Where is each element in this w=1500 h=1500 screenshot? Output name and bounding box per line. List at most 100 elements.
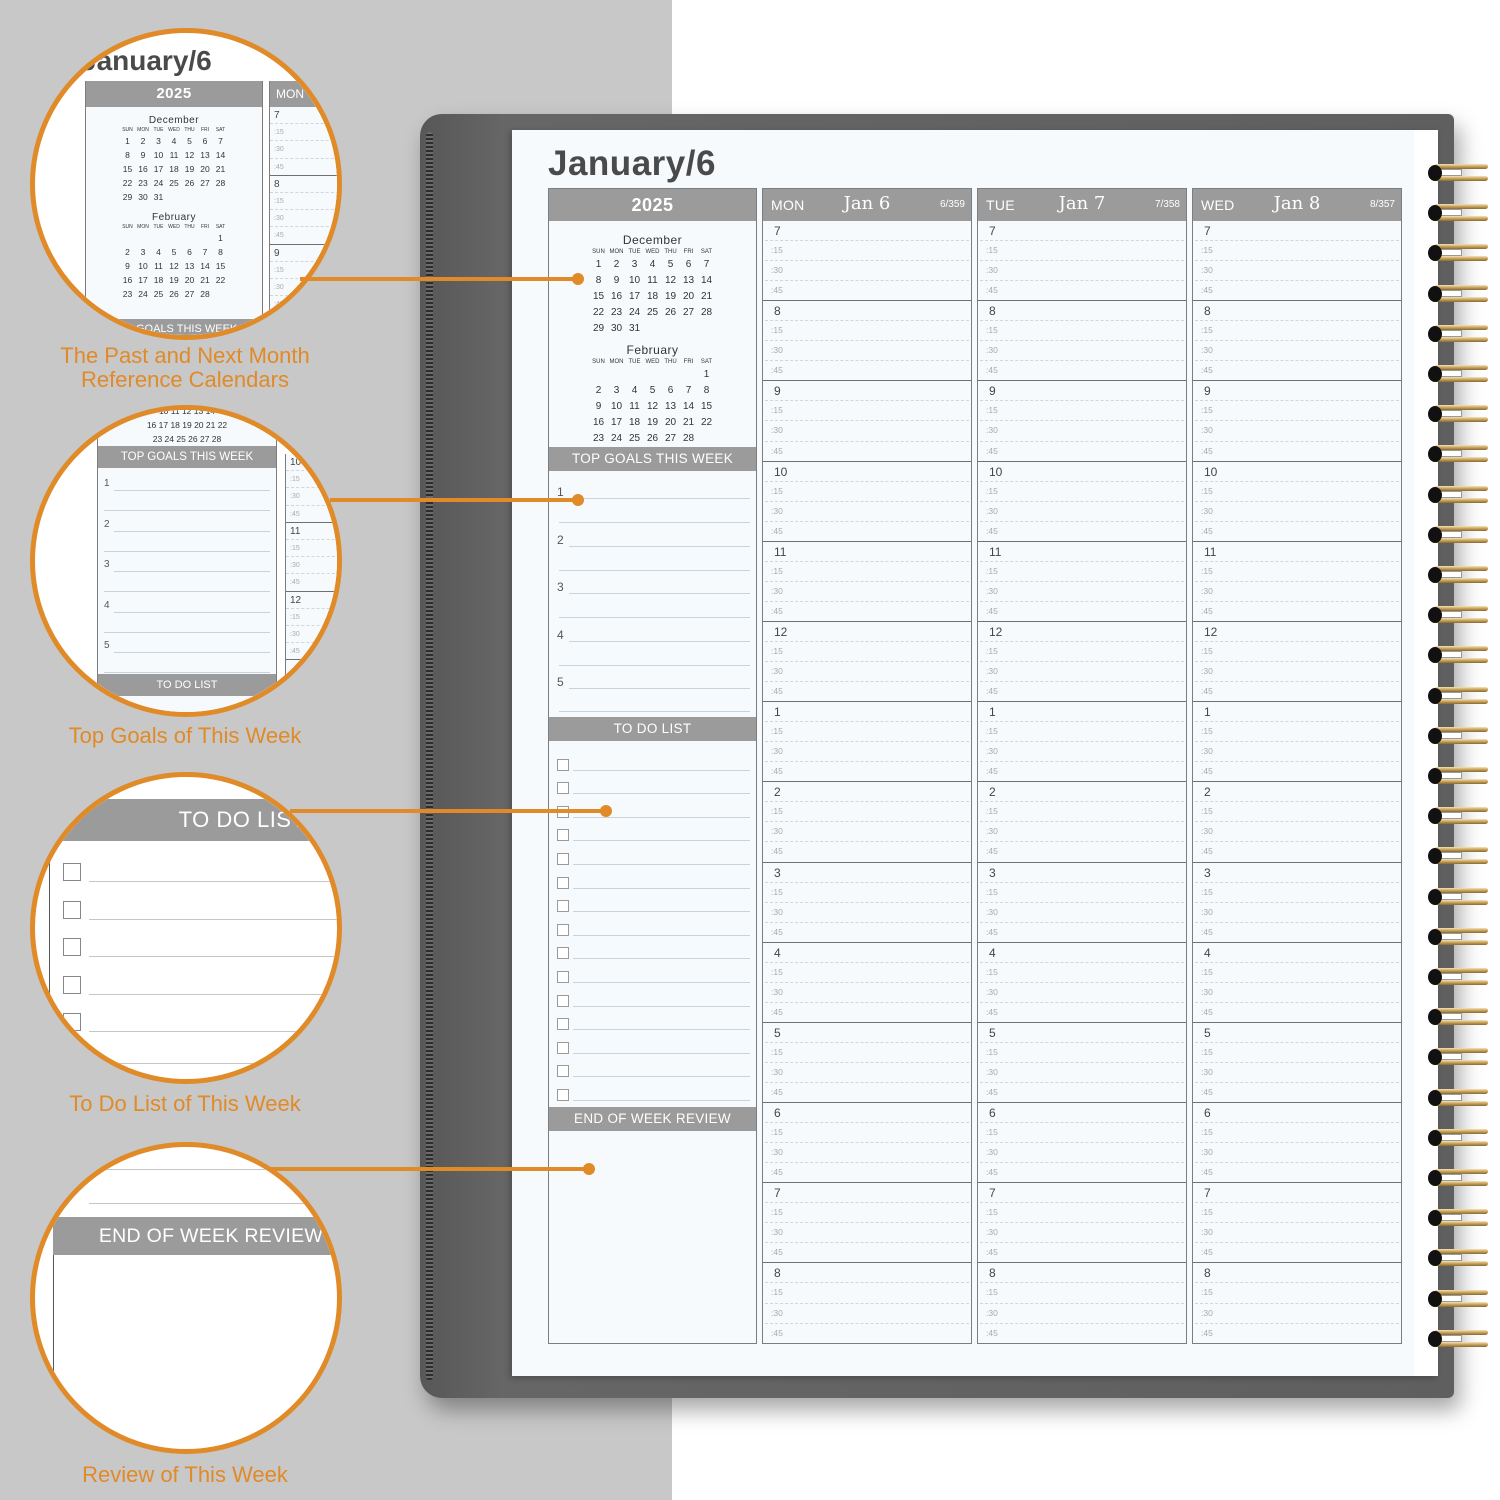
calendar-day[interactable]: 7 [197, 245, 213, 259]
calendar-day[interactable]: 9 [590, 399, 608, 415]
calendar-day[interactable]: 9 [120, 259, 136, 273]
time-slot[interactable]: :45 [980, 923, 1184, 943]
time-slot[interactable]: 9 [1195, 381, 1399, 402]
calendar-day[interactable]: 28 [197, 287, 213, 301]
time-slot[interactable]: :30 [980, 421, 1184, 442]
time-slot[interactable]: 2 [765, 782, 969, 803]
time-slot[interactable]: 7 [980, 1183, 1184, 1204]
time-slot[interactable]: 8 [980, 1263, 1184, 1284]
calendar-day[interactable]: 1 [590, 257, 608, 273]
time-slot[interactable]: 5 [765, 1023, 969, 1043]
time-slot[interactable]: 1 [765, 702, 969, 723]
time-slot[interactable]: :45 [765, 762, 969, 782]
calendar-day[interactable]: 20 [680, 289, 698, 305]
calendar-day[interactable]: 27 [680, 305, 698, 321]
calendar-day[interactable]: 17 [626, 289, 644, 305]
calendar-day[interactable]: 4 [626, 383, 644, 399]
calendar-day[interactable]: 25 [644, 305, 662, 321]
calendar-day[interactable]: 19 [644, 415, 662, 431]
calendar-day[interactable]: 26 [166, 287, 182, 301]
time-slot[interactable]: 10 [1195, 462, 1399, 482]
time-slot[interactable]: 2 [980, 782, 1184, 803]
todo-checkbox[interactable] [557, 900, 569, 913]
time-slot[interactable]: :30 [765, 582, 969, 602]
time-slot[interactable]: 7 [1195, 221, 1399, 242]
time-slot[interactable]: :15 [765, 401, 969, 422]
time-slot[interactable]: :30 [980, 502, 1184, 522]
time-slot[interactable]: :45 [1195, 1163, 1399, 1183]
time-slot[interactable]: :30 [980, 1063, 1184, 1084]
calendar-day[interactable]: 2 [590, 383, 608, 399]
time-slot[interactable]: :15 [980, 1283, 1184, 1304]
time-slot[interactable]: :45 [980, 602, 1184, 622]
goal-item[interactable]: 3 [555, 566, 750, 618]
time-slot[interactable]: :30 [1195, 1223, 1399, 1244]
calendar-day[interactable]: 17 [151, 162, 167, 176]
time-slot[interactable]: 4 [1195, 943, 1399, 963]
calendar-day[interactable]: 6 [182, 245, 198, 259]
time-slot[interactable]: :45 [765, 1003, 969, 1023]
calendar-day[interactable]: 11 [166, 148, 182, 162]
time-slot[interactable]: :30 [765, 261, 969, 282]
time-slot[interactable]: :15 [980, 241, 1184, 262]
calendar-day[interactable]: 14 [698, 273, 716, 289]
calendar-day[interactable]: 11 [644, 273, 662, 289]
time-slot[interactable]: :15 [980, 1203, 1184, 1224]
calendar-day[interactable]: 22 [698, 415, 716, 431]
time-slot[interactable]: 9 [980, 381, 1184, 402]
calendar-day[interactable]: 5 [662, 257, 680, 273]
calendar-day[interactable]: 3 [626, 257, 644, 273]
calendar-day[interactable]: 18 [626, 415, 644, 431]
goal-item[interactable]: 2 [555, 519, 750, 571]
time-slot[interactable]: 3 [1195, 863, 1399, 883]
todo-item[interactable] [555, 1077, 750, 1101]
todo-checkbox[interactable] [557, 947, 569, 960]
time-slot[interactable]: :30 [765, 341, 969, 362]
calendar-day[interactable]: 18 [151, 273, 167, 287]
calendar-day[interactable]: 9 [608, 273, 626, 289]
time-slot[interactable]: :45 [980, 1163, 1184, 1183]
todo-item[interactable] [555, 936, 750, 960]
time-slot[interactable]: :45 [765, 442, 969, 462]
time-slot[interactable]: :30 [765, 502, 969, 522]
time-slot[interactable]: :30 [980, 662, 1184, 683]
time-slot[interactable]: :15 [1195, 963, 1399, 983]
time-slot[interactable]: :15 [1195, 802, 1399, 823]
goal-item[interactable]: 1 [555, 471, 750, 523]
time-slot[interactable]: :45 [980, 1083, 1184, 1103]
calendar-day[interactable]: 30 [608, 321, 626, 337]
todo-checkbox[interactable] [557, 970, 569, 983]
time-slot[interactable]: :30 [1195, 822, 1399, 843]
calendar-day[interactable]: 17 [135, 273, 151, 287]
calendar-day[interactable]: 4 [166, 134, 182, 148]
calendar-day[interactable]: 15 [120, 162, 136, 176]
todo-checkbox[interactable] [557, 1041, 569, 1054]
time-slot[interactable]: 11 [980, 542, 1184, 562]
calendar-day[interactable]: 23 [590, 431, 608, 447]
time-slot[interactable]: 11 [765, 542, 969, 562]
time-slot[interactable]: :15 [1195, 722, 1399, 743]
time-slot[interactable]: :45 [1195, 762, 1399, 782]
review-writing-area[interactable] [549, 1131, 756, 1331]
calendar-day[interactable]: 29 [120, 190, 136, 204]
time-slot[interactable]: :30 [765, 983, 969, 1003]
todo-item[interactable] [555, 912, 750, 936]
time-slot[interactable]: :15 [1195, 1123, 1399, 1144]
calendar-day[interactable]: 28 [698, 305, 716, 321]
todo-checkbox[interactable] [557, 923, 569, 936]
time-slot[interactable]: :45 [980, 361, 1184, 381]
time-slot[interactable]: :15 [1195, 562, 1399, 582]
todo-checkbox[interactable] [557, 1018, 569, 1031]
todo-item[interactable] [555, 1030, 750, 1054]
time-slot[interactable]: :15 [980, 1043, 1184, 1063]
todo-checkbox[interactable] [557, 994, 569, 1007]
time-slot[interactable]: :45 [980, 842, 1184, 862]
time-slot[interactable]: :45 [765, 361, 969, 381]
todo-item[interactable] [555, 841, 750, 865]
calendar-day[interactable]: 19 [166, 273, 182, 287]
time-slot[interactable]: :30 [980, 903, 1184, 923]
calendar-day[interactable]: 4 [644, 257, 662, 273]
calendar-day[interactable]: 14 [197, 259, 213, 273]
time-slot[interactable]: 12 [980, 622, 1184, 642]
calendar-day[interactable]: 7 [680, 383, 698, 399]
